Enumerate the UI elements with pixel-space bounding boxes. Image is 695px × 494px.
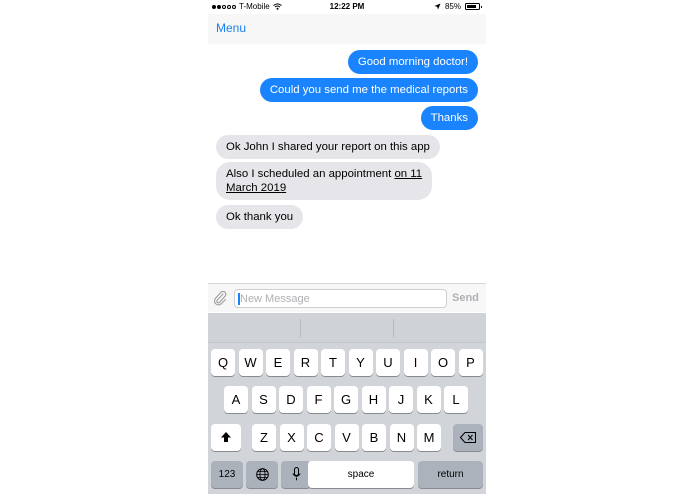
delete-key[interactable]: [453, 424, 483, 451]
key-g[interactable]: G: [334, 386, 358, 413]
space-key[interactable]: space: [308, 461, 414, 488]
keyboard: QWERTYUIOP ASDFGHJKL ZXCVBNM 123 space r…: [208, 313, 486, 494]
key-y[interactable]: Y: [348, 349, 373, 376]
incoming-message[interactable]: Ok thank you: [216, 205, 304, 229]
key-w[interactable]: W: [238, 349, 263, 376]
key-q[interactable]: Q: [211, 349, 235, 376]
incoming-message[interactable]: Also I scheduled an appointment on 11 Ma…: [216, 162, 433, 200]
numbers-key[interactable]: 123: [211, 461, 243, 488]
messages-screen: T-Mobile 12:22 PM 85% Menu Good morning …: [208, 0, 486, 494]
message-text: Ok thank you: [226, 211, 294, 223]
battery-percentage: 85%: [444, 2, 461, 11]
navigation-bar: Menu: [208, 14, 486, 44]
shift-key[interactable]: [211, 424, 241, 451]
message-composer: New Message Send: [208, 283, 486, 312]
microphone-icon: [291, 467, 301, 481]
key-a[interactable]: A: [224, 386, 248, 413]
message-text: Thanks: [430, 112, 468, 124]
send-button[interactable]: Send: [452, 292, 479, 304]
paperclip-icon[interactable]: [212, 290, 228, 306]
key-k[interactable]: K: [416, 386, 441, 413]
key-l[interactable]: L: [444, 386, 468, 413]
incoming-message[interactable]: Ok John I shared your report on this app: [216, 135, 440, 159]
key-t[interactable]: T: [321, 349, 345, 376]
key-h[interactable]: H: [361, 386, 386, 413]
predictive-bar[interactable]: [208, 313, 486, 343]
message-input[interactable]: New Message: [234, 289, 447, 308]
key-p[interactable]: P: [458, 349, 483, 376]
return-key[interactable]: return: [418, 461, 483, 488]
key-r[interactable]: R: [293, 349, 318, 376]
key-d[interactable]: D: [279, 386, 303, 413]
key-j[interactable]: J: [389, 386, 413, 413]
menu-button[interactable]: Menu: [216, 21, 246, 35]
shift-icon: [221, 432, 231, 442]
battery-icon: [465, 3, 482, 10]
message-placeholder: New Message: [240, 293, 310, 305]
message-text: Ok John I shared your report on this app: [226, 141, 430, 153]
predictive-divider: [393, 319, 394, 337]
backspace-icon: [459, 432, 476, 443]
key-o[interactable]: O: [431, 349, 455, 376]
key-n[interactable]: N: [389, 424, 414, 451]
key-c[interactable]: C: [307, 424, 331, 451]
outgoing-message[interactable]: Good morning doctor!: [347, 50, 478, 74]
date-link[interactable]: on 11: [394, 168, 422, 180]
message-text: Also I scheduled an appointment: [226, 168, 395, 180]
key-v[interactable]: V: [334, 424, 359, 451]
key-m[interactable]: M: [417, 424, 441, 451]
globe-icon: [255, 468, 269, 481]
message-text: Could you send me the medical reports: [269, 84, 468, 96]
outgoing-message[interactable]: Thanks: [420, 106, 478, 130]
dictation-key[interactable]: [281, 461, 311, 488]
key-b[interactable]: B: [362, 424, 386, 451]
location-arrow-icon: [434, 3, 441, 10]
outgoing-message[interactable]: Could you send me the medical reports: [259, 78, 478, 102]
date-link-continued[interactable]: March 2019: [226, 182, 286, 194]
status-right: 85%: [434, 2, 482, 11]
key-s[interactable]: S: [251, 386, 276, 413]
globe-key[interactable]: [246, 461, 278, 488]
key-f[interactable]: F: [306, 386, 331, 413]
key-i[interactable]: I: [403, 349, 428, 376]
key-z[interactable]: Z: [252, 424, 276, 451]
key-x[interactable]: X: [279, 424, 304, 451]
message-text: Good morning doctor!: [357, 56, 468, 68]
key-u[interactable]: U: [376, 349, 400, 376]
predictive-divider: [300, 319, 301, 337]
status-bar: T-Mobile 12:22 PM 85%: [208, 0, 486, 14]
key-e[interactable]: E: [266, 349, 290, 376]
